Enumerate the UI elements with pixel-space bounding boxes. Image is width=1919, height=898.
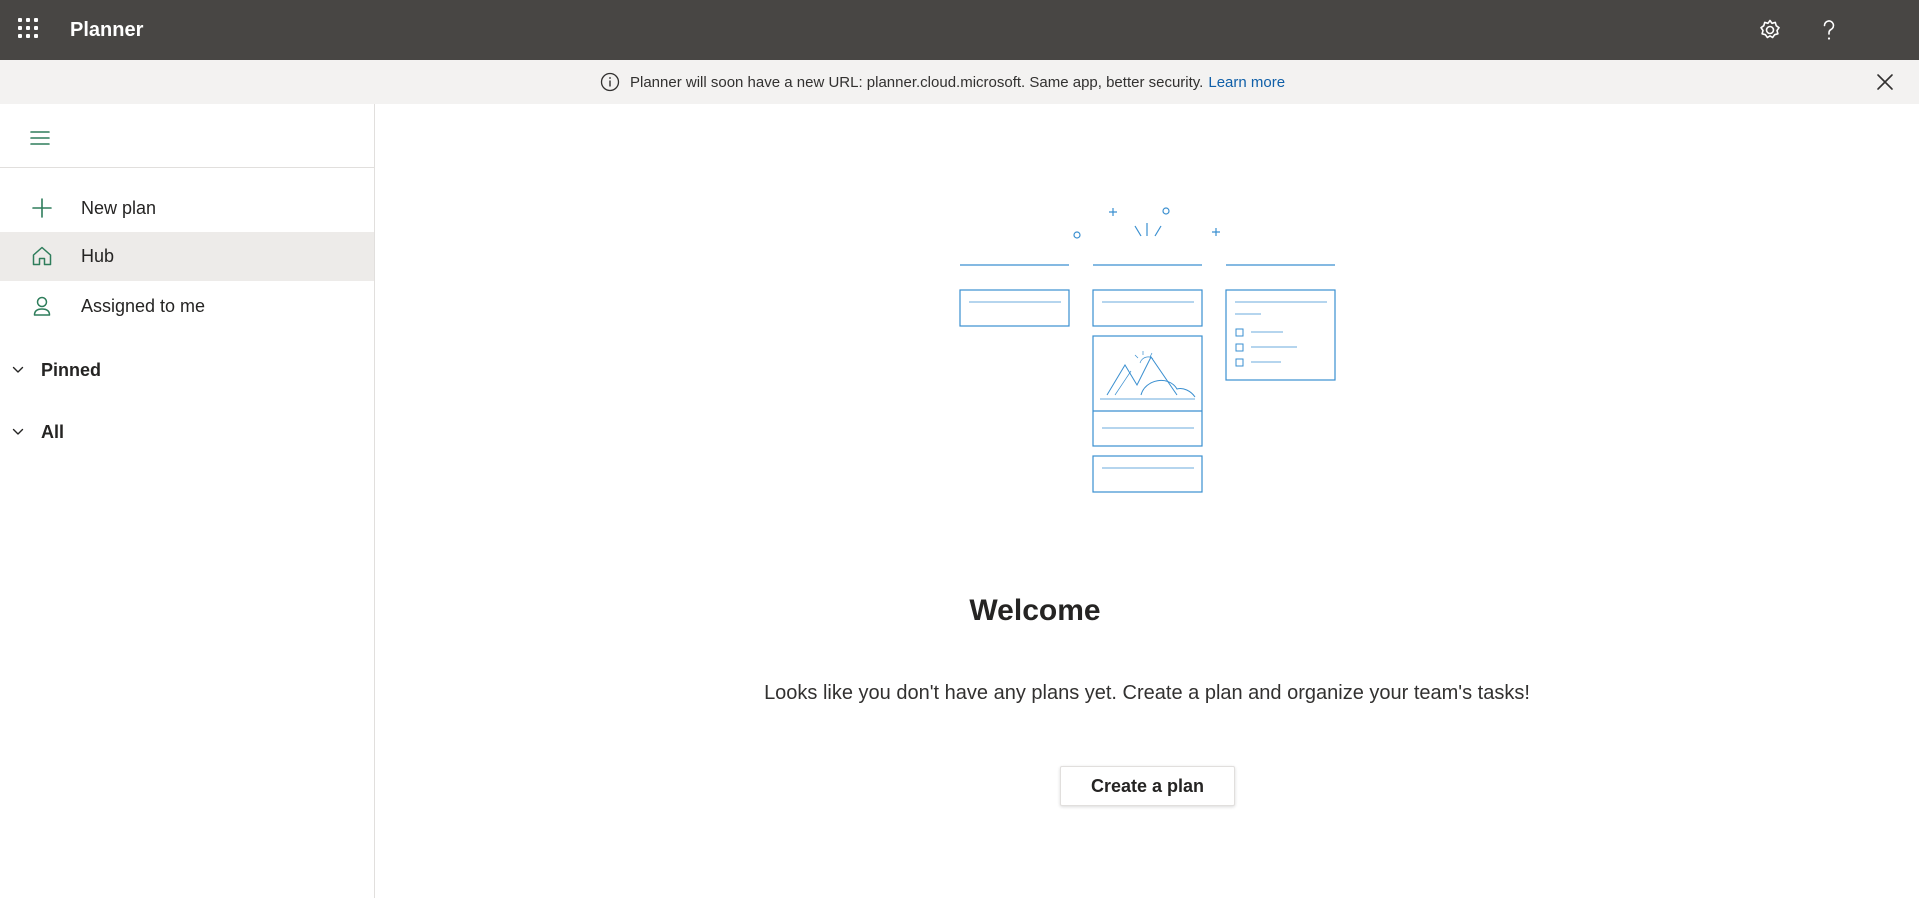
person-icon	[33, 296, 51, 316]
settings-icon[interactable]	[1755, 15, 1785, 45]
sidebar-divider	[0, 167, 374, 168]
app-title[interactable]: Planner	[70, 0, 143, 60]
sidebar-item-label: Assigned to me	[81, 296, 206, 316]
welcome-title: Welcome	[969, 594, 1101, 627]
help-icon[interactable]	[1814, 15, 1844, 45]
sidebar-item-hub[interactable]: Hub	[0, 232, 374, 281]
sidebar-item-label: New plan	[81, 198, 157, 218]
info-icon	[600, 72, 620, 92]
main-content: Welcome Looks like you don't have any pl…	[375, 104, 1919, 898]
announcement-banner: Planner will soon have a new URL: planne…	[0, 60, 1919, 104]
sidebar-group-all[interactable]: All	[0, 412, 374, 452]
banner-message: Planner will soon have a new URL: planne…	[630, 73, 1204, 91]
group-label: Pinned	[41, 359, 102, 380]
sidebar-item-new-plan[interactable]: New plan	[0, 184, 374, 233]
app-launcher-icon[interactable]	[18, 18, 42, 42]
top-bar: Planner	[0, 0, 1919, 60]
sidebar-group-pinned[interactable]: Pinned	[0, 350, 374, 390]
close-icon[interactable]	[1874, 71, 1896, 93]
create-plan-button[interactable]: Create a plan	[1060, 766, 1235, 806]
learn-more-link[interactable]: Learn more	[1208, 74, 1285, 91]
left-nav: New plan Hub Assigned to me Pinned All	[0, 104, 375, 898]
plus-icon	[32, 198, 52, 218]
sidebar-item-label: Hub	[81, 246, 115, 266]
sidebar-item-assigned-to-me[interactable]: Assigned to me	[0, 282, 374, 331]
home-icon	[32, 246, 52, 266]
chevron-down-icon	[12, 428, 24, 435]
empty-board-illustration	[959, 207, 1336, 493]
group-label: All	[41, 421, 65, 442]
chevron-down-icon	[12, 366, 24, 373]
hamburger-icon[interactable]	[28, 126, 52, 150]
welcome-message: Looks like you don't have any plans yet.…	[764, 682, 1530, 704]
